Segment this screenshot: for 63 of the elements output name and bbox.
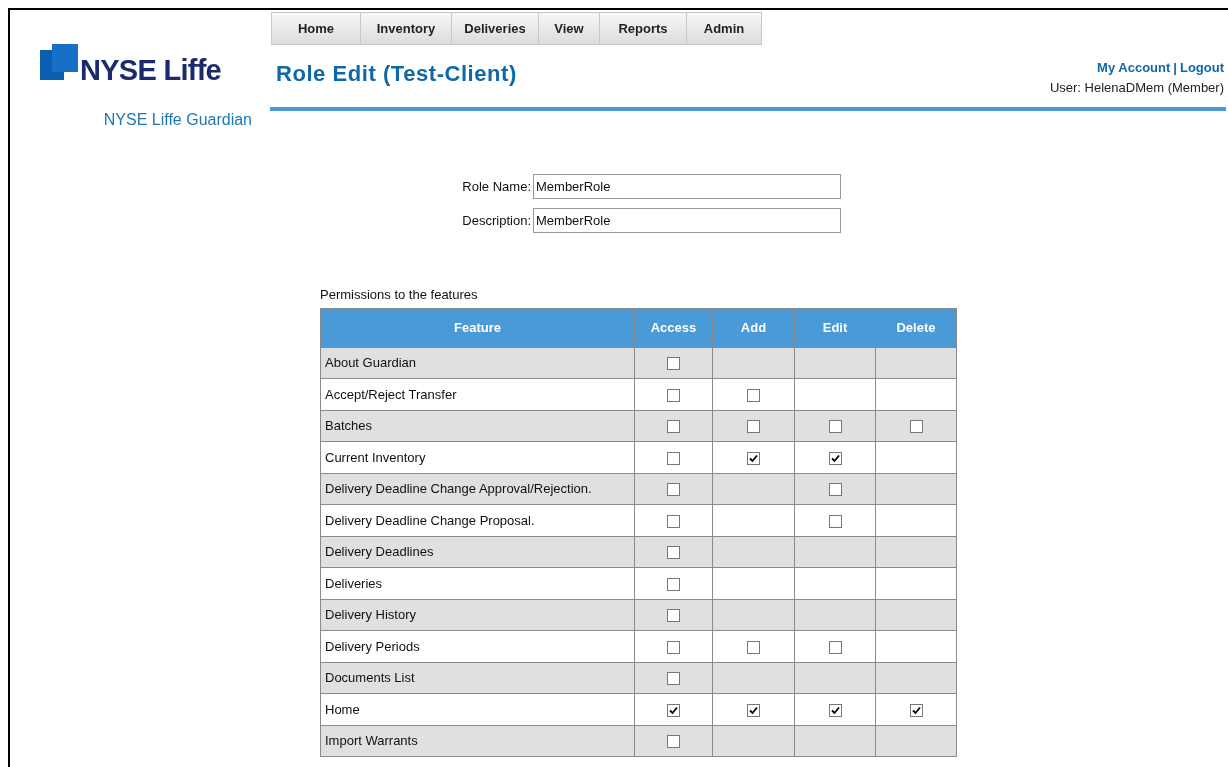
checkbox[interactable]: [747, 420, 760, 434]
sidebar-link[interactable]: NYSE Liffe Guardian: [103, 111, 252, 128]
checkbox[interactable]: [667, 546, 680, 560]
checkbox[interactable]: [667, 640, 680, 654]
field-label: Description:: [461, 211, 532, 230]
table-cell: Delivery History: [320, 599, 635, 631]
checkbox[interactable]: [828, 420, 842, 434]
checkbox[interactable]: [747, 640, 760, 654]
checkbox[interactable]: [747, 703, 760, 717]
checkbox[interactable]: [667, 609, 680, 623]
checkbox[interactable]: [667, 483, 680, 497]
checkbox[interactable]: [667, 514, 680, 528]
nav-tab[interactable]: Inventory: [360, 12, 452, 45]
field-label: Role Name:: [461, 177, 532, 196]
table-cell: Current Inventory: [320, 441, 635, 473]
column-header: Feature: [320, 308, 635, 347]
checkbox[interactable]: [667, 577, 680, 591]
checkbox[interactable]: [667, 672, 680, 686]
table-cell: About Guardian: [320, 347, 635, 379]
input-field[interactable]: MemberRole: [533, 174, 841, 199]
logo-icon: [40, 44, 78, 80]
logo-text: NYSE Liffe: [80, 52, 221, 88]
table-cell: Accept/Reject Transfer: [320, 378, 635, 410]
nav-tab[interactable]: Reports: [599, 12, 687, 45]
table-cell: Batches: [320, 410, 635, 442]
nav-tab[interactable]: View: [538, 12, 600, 45]
input-field[interactable]: MemberRole: [533, 208, 841, 233]
checkbox[interactable]: [747, 388, 760, 402]
checkbox[interactable]: [828, 703, 842, 717]
table-cell: Home: [320, 693, 635, 725]
nav-tab[interactable]: Admin: [686, 12, 762, 45]
nav-tab[interactable]: Deliveries: [451, 12, 539, 45]
checkbox[interactable]: [667, 420, 680, 434]
table-cell: Delivery Periods: [320, 630, 635, 662]
checkbox[interactable]: [667, 735, 680, 749]
checkbox[interactable]: [667, 451, 680, 465]
table-cell: Import Warrants: [320, 725, 635, 757]
separator: |: [1173, 59, 1177, 77]
page-title: Role Edit (Test-Client): [275, 60, 518, 88]
table-cell: Documents List: [320, 662, 635, 694]
logout-link[interactable]: Logout: [1179, 58, 1224, 78]
table-cell: Delivery Deadline Change Proposal.: [320, 504, 635, 536]
my-account-link[interactable]: My Account: [1097, 58, 1171, 78]
column-header: Edit: [794, 308, 876, 347]
checkbox[interactable]: [667, 357, 680, 371]
checkbox[interactable]: [828, 451, 842, 465]
checkbox[interactable]: [909, 420, 923, 434]
user-label: User: HelenaDMem (Member): [1049, 78, 1224, 97]
column-header: Add: [712, 308, 795, 347]
table-cell: Delivery Deadline Change Approval/Rejection.: [320, 473, 635, 505]
column-header: Access: [634, 308, 713, 347]
checkbox[interactable]: [828, 483, 842, 497]
nav-tab[interactable]: Home: [271, 12, 361, 45]
checkbox[interactable]: [909, 703, 923, 717]
checkbox[interactable]: [747, 451, 760, 465]
table-caption: Permissions to the features: [320, 286, 479, 304]
table-cell: Delivery Deadlines: [320, 536, 635, 568]
column-header: Delete: [875, 308, 957, 347]
checkbox[interactable]: [667, 388, 680, 402]
checkbox[interactable]: [828, 514, 842, 528]
table-cell: Deliveries: [320, 567, 635, 599]
checkbox[interactable]: [828, 640, 842, 654]
checkbox[interactable]: [667, 703, 680, 717]
